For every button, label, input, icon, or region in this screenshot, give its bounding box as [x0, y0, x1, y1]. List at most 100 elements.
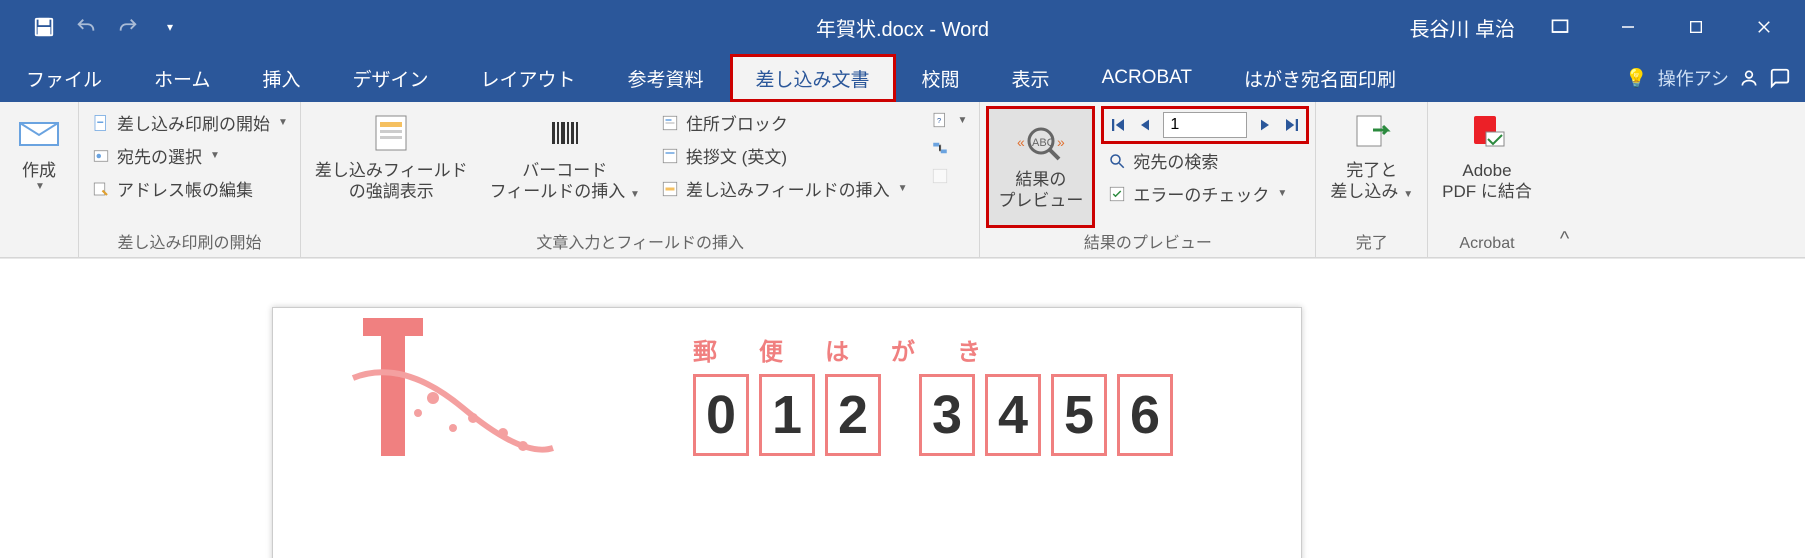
svg-text:»: » — [1057, 134, 1065, 150]
group-label-start: 差し込み印刷の開始 — [87, 229, 292, 255]
zip-digit: 4 — [985, 374, 1041, 456]
tab-home[interactable]: ホーム — [128, 54, 236, 102]
next-record-icon[interactable] — [1257, 117, 1273, 133]
svg-text:?: ? — [937, 116, 941, 125]
preview-results-icon: «ABC» — [1015, 123, 1067, 165]
group-label-write-insert: 文章入力とフィールドの挿入 — [309, 229, 972, 255]
start-mail-merge-button[interactable]: 差し込み印刷の開始 ▼ — [87, 108, 292, 137]
zip-digit: 5 — [1051, 374, 1107, 456]
check-errors-button[interactable]: エラーのチェック ▼ — [1103, 179, 1307, 208]
document-icon — [91, 113, 111, 133]
zip-digit: 1 — [759, 374, 815, 456]
record-navigation — [1103, 108, 1307, 142]
tab-layout[interactable]: レイアウト — [454, 54, 601, 102]
tab-hagaki[interactable]: はがき宛名面印刷 — [1218, 54, 1422, 102]
zip-digit: 6 — [1117, 374, 1173, 456]
rules-icon: ? — [930, 110, 950, 130]
insert-merge-field-button[interactable]: 差し込みフィールドの挿入 ▼ — [656, 174, 912, 203]
zip-digit: 2 — [825, 374, 881, 456]
update-labels-button[interactable] — [926, 164, 972, 188]
title-bar: ▾ 年賀状.docx - Word 長谷川 卓治 — [0, 0, 1805, 54]
tab-file[interactable]: ファイル — [0, 54, 128, 102]
tab-review[interactable]: 校閲 — [896, 54, 986, 102]
close-icon[interactable] — [1741, 11, 1787, 43]
tab-view[interactable]: 表示 — [986, 54, 1076, 102]
barcode-icon — [542, 110, 588, 156]
minimize-icon[interactable] — [1605, 11, 1651, 43]
tell-me-label[interactable]: 操作アシ — [1658, 65, 1729, 91]
recipients-icon — [91, 146, 111, 166]
match-fields-button[interactable] — [926, 136, 972, 160]
first-record-icon[interactable] — [1109, 116, 1127, 134]
document-area: 郵便はがき 0 1 2 3 4 5 6 — [0, 258, 1805, 558]
tab-references[interactable]: 参考資料 — [602, 54, 730, 102]
user-name[interactable]: 長谷川 卓治 — [1409, 13, 1515, 42]
record-number-input[interactable] — [1163, 112, 1247, 138]
group-label-acrobat: Acrobat — [1436, 235, 1538, 255]
document-page[interactable]: 郵便はがき 0 1 2 3 4 5 6 — [272, 307, 1302, 558]
update-labels-icon — [930, 166, 950, 186]
chevron-down-icon: ▼ — [33, 181, 45, 194]
group-label-create — [8, 235, 70, 255]
edit-recipient-list-button[interactable]: アドレス帳の編集 — [87, 174, 292, 203]
chevron-down-icon: ▼ — [896, 183, 908, 194]
barcode-field-button[interactable]: バーコード フィールドの挿入 ▼ — [484, 108, 646, 205]
ribbon-tabs: ファイル ホーム 挿入 デザイン レイアウト 参考資料 差し込み文書 校閲 表示… — [0, 54, 1805, 102]
chevron-down-icon: ▼ — [956, 115, 968, 126]
highlight-merge-fields-button[interactable]: 差し込みフィールド の強調表示 — [309, 108, 474, 205]
insert-field-icon — [660, 179, 680, 199]
group-label-finish: 完了 — [1324, 229, 1419, 255]
lightbulb-icon: 💡 — [1625, 68, 1647, 89]
chevron-down-icon: ▼ — [208, 150, 220, 161]
greeting-icon — [660, 146, 680, 166]
greeting-line-button[interactable]: 挨拶文 (英文) — [656, 141, 912, 170]
redo-icon[interactable] — [116, 15, 140, 39]
create-envelopes-button[interactable]: 作成 ▼ — [8, 108, 70, 196]
tab-mailings[interactable]: 差し込み文書 — [730, 54, 896, 102]
tab-design[interactable]: デザイン — [326, 54, 454, 102]
chevron-down-icon: ▼ — [1275, 188, 1287, 199]
ribbon: 作成 ▼ 差し込み印刷の開始 ▼ 宛先の選択 — [0, 102, 1805, 258]
rules-button[interactable]: ? ▼ — [926, 108, 972, 132]
tab-acrobat[interactable]: ACROBAT — [1076, 54, 1218, 102]
decoration-graphic — [323, 318, 563, 468]
ribbon-display-options-icon[interactable] — [1537, 11, 1583, 43]
find-recipient-button[interactable]: 宛先の検索 — [1103, 146, 1307, 175]
zip-digit: 0 — [693, 374, 749, 456]
select-recipients-button[interactable]: 宛先の選択 ▼ — [87, 141, 292, 170]
chevron-down-icon: ▼ — [1398, 189, 1413, 200]
edit-list-icon — [91, 179, 111, 199]
group-write-insert: 差し込みフィールド の強調表示 バーコード フィールドの挿入 ▼ 住所ブロック — [301, 102, 981, 257]
adobe-pdf-icon — [1464, 110, 1510, 156]
address-block-button[interactable]: 住所ブロック — [656, 108, 912, 137]
maximize-icon[interactable] — [1673, 11, 1719, 43]
collapse-ribbon-icon[interactable]: ^ — [1546, 222, 1583, 257]
zip-code-boxes: 0 1 2 3 4 5 6 — [693, 374, 1173, 456]
finish-merge-button[interactable]: 完了と 差し込み ▼ — [1324, 108, 1419, 205]
match-fields-icon — [930, 138, 950, 158]
preview-results-button[interactable]: «ABC» 結果の プレビュー — [988, 108, 1093, 226]
share-icon[interactable] — [1739, 68, 1759, 88]
quick-access-toolbar: ▾ — [0, 15, 182, 39]
chevron-down-icon: ▼ — [276, 117, 288, 128]
group-preview-results: «ABC» 結果の プレビュー — [980, 102, 1316, 257]
group-start-merge: 差し込み印刷の開始 ▼ 宛先の選択 ▼ アドレス帳の編集 — [79, 102, 301, 257]
svg-text:«: « — [1017, 134, 1025, 150]
comments-icon[interactable] — [1769, 67, 1791, 89]
tab-insert[interactable]: 挿入 — [236, 54, 326, 102]
address-block-icon — [660, 113, 680, 133]
chevron-down-icon: ▼ — [625, 189, 640, 200]
merge-to-pdf-button[interactable]: Adobe PDF に結合 — [1436, 108, 1538, 205]
save-icon[interactable] — [32, 15, 56, 39]
previous-record-icon[interactable] — [1137, 117, 1153, 133]
group-finish: 完了と 差し込み ▼ 完了 — [1316, 102, 1428, 257]
finish-merge-icon — [1349, 110, 1395, 156]
check-errors-icon — [1107, 184, 1127, 204]
group-create: 作成 ▼ — [0, 102, 79, 257]
group-label-preview: 結果のプレビュー — [988, 229, 1307, 255]
highlight-fields-icon — [368, 110, 414, 156]
last-record-icon[interactable] — [1283, 116, 1301, 134]
create-label: 作成 — [22, 160, 56, 181]
customize-qat-icon[interactable]: ▾ — [158, 15, 182, 39]
undo-icon[interactable] — [74, 15, 98, 39]
